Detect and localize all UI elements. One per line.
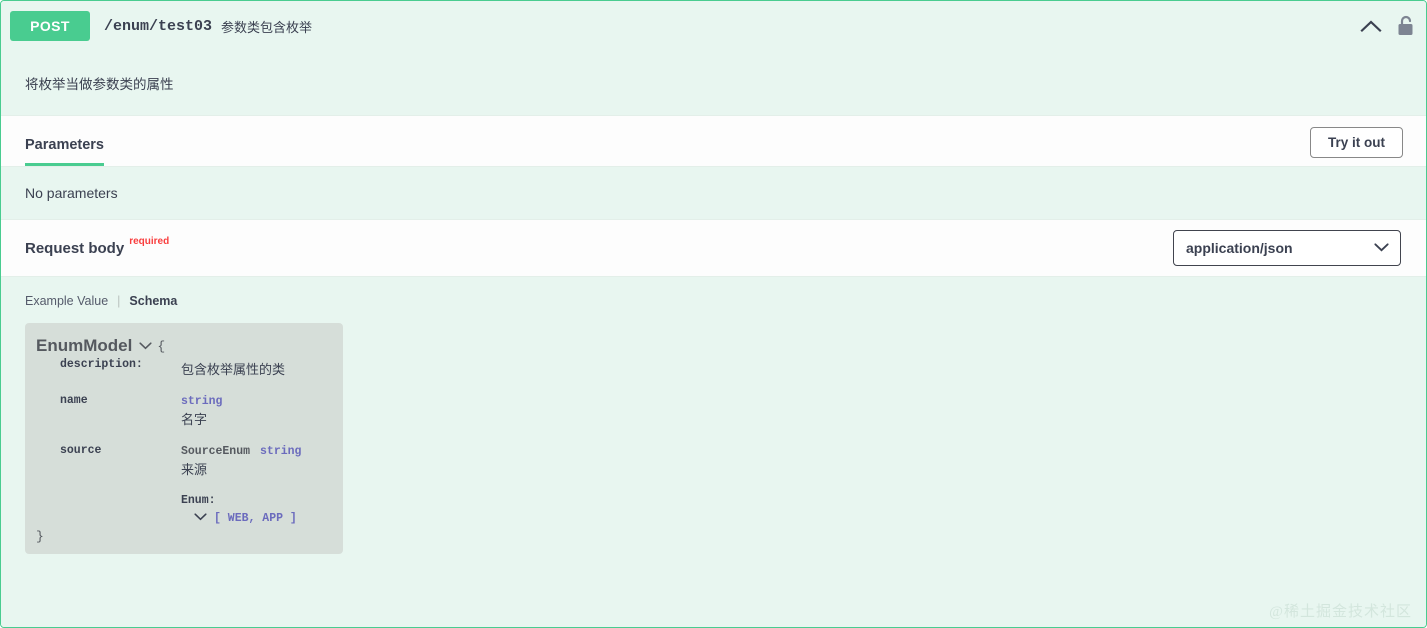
content-type-selector[interactable]: application/json <box>1173 230 1401 266</box>
row-gap <box>36 378 331 392</box>
schema-description-key: description: <box>60 358 143 371</box>
tab-parameters[interactable]: Parameters <box>25 137 104 166</box>
schema-description-row: description: 包含枚举属性的类 <box>36 358 331 378</box>
no-parameters-message: No parameters <box>1 167 1426 219</box>
try-it-out-button[interactable]: Try it out <box>1310 127 1403 158</box>
required-badge: required <box>129 235 170 247</box>
schema-description-value: 包含枚举属性的类 <box>181 362 286 377</box>
request-body-content: Example Value | Schema EnumModel { descr… <box>1 277 1426 627</box>
chevron-up-icon[interactable] <box>1360 19 1382 33</box>
unlocked-padlock-icon[interactable] <box>1396 14 1416 38</box>
property-type: string <box>181 395 223 408</box>
request-body-label: Request body <box>25 239 125 257</box>
row-gap <box>36 428 331 442</box>
tab-separator: | <box>117 294 121 308</box>
property-type: string <box>260 445 302 458</box>
property-description: 来源 <box>181 462 208 477</box>
enum-label: Enum: <box>181 494 216 507</box>
operation-path: /enum/test03 <box>104 17 213 35</box>
parameters-header-strip: Parameters Try it out <box>1 115 1426 167</box>
example-schema-tabs: Example Value | Schema <box>25 294 1426 308</box>
http-method-badge: POST <box>10 11 90 41</box>
watermark: @稀土掘金技术社区 <box>1269 604 1412 620</box>
schema-model-box: EnumModel { description: 包含枚举属性的类 name s… <box>25 323 343 554</box>
content-type-select[interactable]: application/json <box>1173 230 1401 266</box>
property-name: name <box>60 394 88 407</box>
chevron-down-icon[interactable] <box>139 342 152 350</box>
operation-description: 将枚举当做参数类的属性 <box>1 51 1426 115</box>
operation-summary-header[interactable]: POST /enum/test03 参数类包含枚举 <box>1 1 1426 51</box>
request-body-title: Request body required <box>25 236 169 257</box>
operation-summary-text: 参数类包含枚举 <box>221 19 313 35</box>
chevron-down-icon[interactable] <box>194 511 207 525</box>
close-brace: } <box>36 529 44 544</box>
enum-values-row: [ WEB, APP ] <box>181 511 331 525</box>
property-ref-type: SourceEnum <box>181 445 251 458</box>
model-title-row: EnumModel { <box>36 336 331 356</box>
row-gap <box>181 478 331 492</box>
tab-schema[interactable]: Schema <box>129 294 177 308</box>
tab-example-value[interactable]: Example Value <box>25 294 108 308</box>
schema-property-row: name string 名字 <box>36 394 331 428</box>
enum-values: [ WEB, APP ] <box>214 511 297 525</box>
operation-block-post-enum-test03: POST /enum/test03 参数类包含枚举 将枚举当做参数类的属性 Pa… <box>0 0 1427 628</box>
schema-property-row: source SourceEnum string 来源 Enum: [ WEB, … <box>36 444 331 525</box>
property-name: source <box>60 444 102 457</box>
property-description: 名字 <box>181 412 208 427</box>
model-name: EnumModel <box>36 336 133 355</box>
request-body-header-strip: Request body required application/json <box>1 219 1426 277</box>
open-brace: { <box>157 338 166 354</box>
